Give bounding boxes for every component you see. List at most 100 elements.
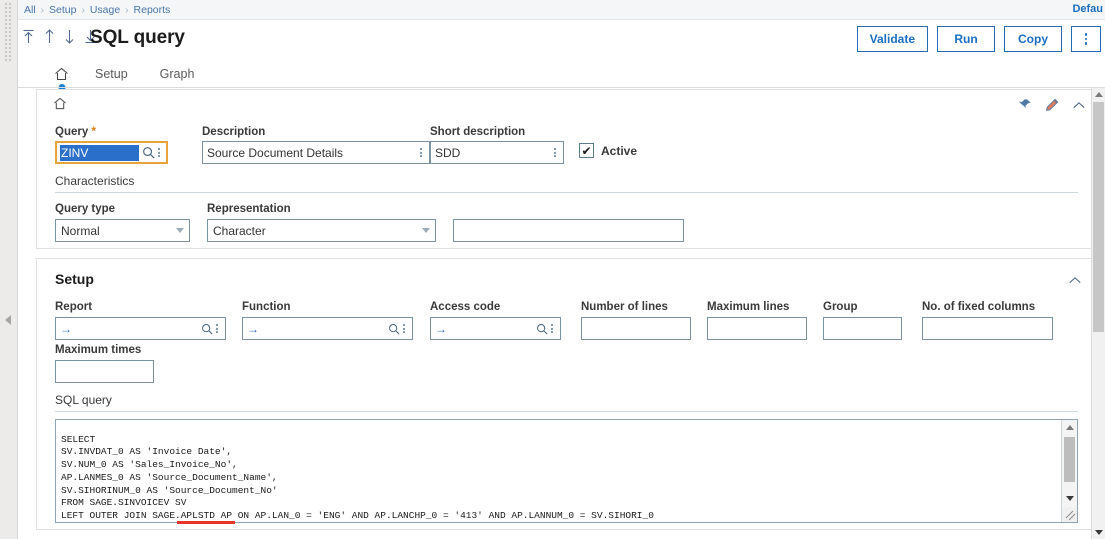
goto-arrow-icon[interactable]: →	[435, 322, 447, 336]
query-type-select[interactable]: Normal	[55, 219, 190, 242]
characteristics-title: Characteristics	[55, 174, 135, 188]
chevron-up-icon[interactable]	[1072, 101, 1086, 110]
scroll-up-icon[interactable]	[1062, 420, 1077, 435]
maximum-lines-label: Maximum lines	[707, 301, 790, 313]
magnifier-icon[interactable]	[142, 146, 155, 159]
record-navigation	[22, 29, 97, 44]
characteristics-divider	[55, 192, 1078, 193]
scrollbar-thumb[interactable]	[1064, 437, 1075, 482]
query-label: Query *	[55, 126, 96, 138]
fixed-columns-label: No. of fixed columns	[922, 301, 1036, 313]
access-code-field-menu-icon[interactable]	[548, 324, 556, 333]
maximum-times-label: Maximum times	[55, 344, 142, 356]
page-scroll-up-icon[interactable]	[1092, 88, 1105, 101]
endpoint-label[interactable]: Defau	[1072, 3, 1103, 15]
report-field-menu-icon[interactable]	[213, 324, 221, 333]
access-code-label: Access code	[430, 301, 501, 313]
maximum-lines-field[interactable]	[707, 317, 807, 340]
chevron-up-icon[interactable]	[1068, 276, 1082, 285]
number-of-lines-field[interactable]	[581, 317, 691, 340]
setup-card: Setup Report → Function → Access code →	[36, 258, 1095, 530]
page-title: SQL query	[90, 27, 185, 48]
pin-icon[interactable]	[1018, 98, 1032, 112]
function-field[interactable]: →	[242, 317, 413, 340]
page-scrollbar-thumb[interactable]	[1093, 102, 1104, 332]
copy-button[interactable]: Copy	[1004, 26, 1062, 52]
sql-query-title: SQL query	[55, 393, 112, 407]
title-bar: SQL query Validate Run Copy	[18, 20, 1105, 60]
card-toolbar	[1018, 98, 1086, 112]
tab-bar: Setup Graph	[18, 60, 1105, 91]
magnifier-icon[interactable]	[388, 323, 400, 335]
short-description-input[interactable]: SDD	[430, 141, 564, 164]
breadcrumb-item-all[interactable]: All	[24, 4, 36, 16]
action-buttons: Validate Run Copy	[856, 26, 1101, 52]
query-input[interactable]: ZINV	[55, 141, 168, 164]
report-field[interactable]: →	[55, 317, 226, 340]
sql-query-code[interactable]: SELECT SV.INVDAT_0 AS 'Invoice Date', SV…	[61, 434, 1059, 523]
next-record-icon[interactable]	[64, 29, 75, 44]
active-label: Active	[601, 143, 638, 158]
sidebar-collapse-arrow[interactable]	[5, 315, 11, 325]
kebab-icon	[1084, 33, 1088, 45]
pencil-icon[interactable]	[1045, 98, 1059, 112]
goto-arrow-icon[interactable]: →	[247, 322, 259, 336]
rail-grip-dots	[4, 2, 12, 62]
sql-editor-scrollbar[interactable]	[1061, 420, 1077, 522]
sql-query-divider	[55, 411, 1078, 412]
home-icon	[54, 97, 66, 110]
run-button[interactable]: Run	[937, 26, 995, 52]
representation-select[interactable]: Character	[207, 219, 436, 242]
magnifier-icon[interactable]	[536, 323, 548, 335]
description-label: Description	[202, 126, 266, 138]
tab-underline	[18, 87, 1105, 88]
identity-card-header	[37, 90, 1094, 120]
resize-grip[interactable]	[1062, 507, 1077, 522]
description-field-menu-icon[interactable]	[417, 148, 425, 157]
breadcrumb-separator: ›	[125, 4, 129, 16]
annotation-underline	[177, 521, 235, 524]
breadcrumb-item-reports[interactable]: Reports	[134, 4, 171, 16]
tab-home[interactable]	[44, 60, 79, 91]
page-scrollbar[interactable]	[1091, 88, 1105, 539]
checkbox-box: ✔	[579, 143, 594, 158]
home-icon	[55, 67, 68, 80]
magnifier-icon[interactable]	[201, 323, 213, 335]
fixed-columns-field[interactable]	[922, 317, 1053, 340]
tab-graph[interactable]: Graph	[144, 60, 211, 87]
group-field[interactable]	[823, 317, 902, 340]
breadcrumb: All › Setup › Usage › Reports	[24, 4, 170, 16]
previous-record-icon[interactable]	[44, 29, 55, 44]
active-checkbox[interactable]: ✔ Active	[579, 143, 637, 158]
breadcrumb-item-usage[interactable]: Usage	[90, 4, 120, 16]
function-field-menu-icon[interactable]	[400, 324, 408, 333]
page-scroll-down-icon[interactable]	[1092, 526, 1105, 539]
goto-arrow-icon[interactable]: →	[60, 322, 72, 336]
breadcrumb-separator: ›	[40, 4, 45, 16]
setup-section-title: Setup	[55, 271, 94, 287]
page-root: All › Setup › Usage › Reports Defau SQL …	[18, 0, 1105, 539]
first-record-icon[interactable]	[22, 29, 35, 44]
function-label: Function	[242, 301, 291, 313]
maximum-times-field[interactable]	[55, 360, 154, 383]
chevron-down-icon	[422, 228, 430, 233]
sql-query-editor[interactable]: SELECT SV.INVDAT_0 AS 'Invoice Date', SV…	[55, 419, 1078, 523]
scroll-down-icon[interactable]	[1062, 491, 1077, 506]
kebab-menu-button[interactable]	[1071, 26, 1101, 52]
short-description-field-menu-icon[interactable]	[551, 148, 559, 157]
representation-label: Representation	[207, 203, 291, 215]
left-rail	[0, 0, 18, 539]
identity-card: Query * ZINV Description Source Document…	[36, 89, 1095, 249]
query-field-menu-icon[interactable]	[155, 148, 163, 157]
representation-extra-input[interactable]	[453, 219, 684, 242]
chevron-down-icon	[176, 228, 184, 233]
short-description-label: Short description	[430, 126, 526, 138]
validate-button[interactable]: Validate	[856, 26, 928, 52]
query-type-label: Query type	[55, 203, 116, 215]
breadcrumb-bar: All › Setup › Usage › Reports Defau	[18, 0, 1105, 20]
breadcrumb-item-setup[interactable]: Setup	[49, 4, 76, 16]
access-code-field[interactable]: →	[430, 317, 561, 340]
description-input[interactable]: Source Document Details	[202, 141, 430, 164]
group-label: Group	[823, 301, 858, 313]
tab-setup[interactable]: Setup	[79, 60, 144, 87]
